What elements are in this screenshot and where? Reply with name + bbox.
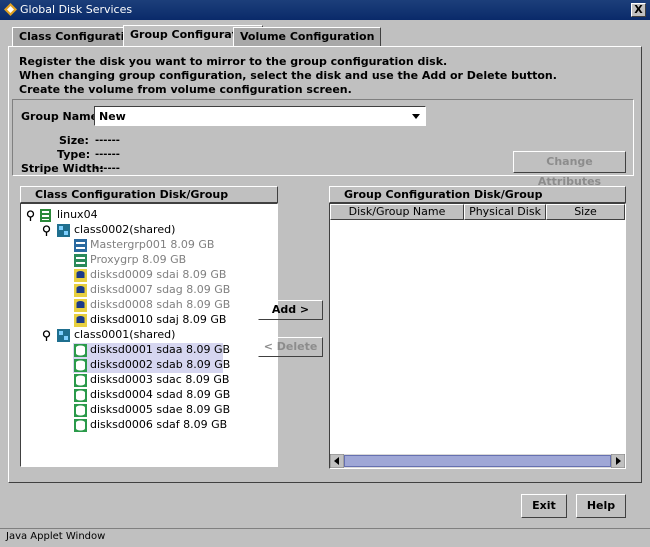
tree-node-disk[interactable]: disksd0006 sdaf 8.09 GB	[73, 418, 227, 433]
disk-icon	[74, 389, 87, 402]
horizontal-scrollbar[interactable]	[330, 454, 625, 468]
window-titlebar: Global Disk Services X	[0, 0, 650, 20]
tab-volume-configuration[interactable]: Volume Configuration	[233, 27, 382, 46]
window-title: Global Disk Services	[20, 3, 133, 16]
scroll-thumb[interactable]	[344, 455, 611, 467]
column-header-name[interactable]: Disk/Group Name	[330, 204, 464, 220]
disk-icon	[74, 419, 87, 432]
stripe-width-value: ------	[95, 163, 120, 174]
tree-node-root[interactable]: linux04	[21, 208, 277, 223]
tree-toggle-icon[interactable]	[41, 330, 52, 341]
scroll-right-icon[interactable]	[611, 454, 625, 468]
disk-in-use-icon	[74, 284, 87, 297]
exit-button[interactable]: Exit	[521, 494, 567, 518]
group-icon	[74, 254, 87, 267]
class-icon	[57, 329, 70, 342]
disk-in-use-icon	[74, 269, 87, 282]
column-header-physical-disk[interactable]: Physical Disk	[464, 204, 546, 220]
disk-icon	[74, 404, 87, 417]
app-icon	[4, 3, 17, 16]
group-config-panel-header: Group Configuration Disk/Group	[329, 186, 626, 203]
tree-node-disk[interactable]: disksd0009 sdai 8.09 GB	[21, 268, 277, 283]
tree-toggle-icon[interactable]	[25, 210, 36, 221]
column-header-size[interactable]: Size	[546, 204, 625, 220]
disk-icon	[74, 374, 87, 387]
tree-toggle-icon[interactable]	[41, 225, 52, 236]
server-icon	[40, 209, 51, 222]
group-name-value: New	[99, 110, 126, 123]
tree-node-class0001[interactable]: class0001(shared)	[21, 328, 277, 343]
close-icon: X	[634, 3, 643, 16]
tree-node-class0002[interactable]: class0002(shared)	[21, 223, 277, 238]
group-name-select[interactable]: New	[94, 106, 426, 126]
type-value: ------	[95, 149, 120, 160]
tree-node-disk[interactable]: disksd0010 sdaj 8.09 GB	[21, 313, 277, 328]
change-attributes-button[interactable]: Change Attributes	[513, 151, 626, 188]
tree-node-disk[interactable]: disksd0008 sdah 8.09 GB	[21, 298, 277, 313]
tree-node-disk-selected[interactable]: disksd0001 sdaa 8.09 GB	[73, 343, 230, 358]
tree-node-disk[interactable]: disksd0004 sdad 8.09 GB	[73, 388, 230, 403]
tree-node-group[interactable]: Proxygrp 8.09 GB	[21, 253, 277, 268]
help-button[interactable]: Help	[576, 494, 626, 518]
class-config-tree[interactable]: linux04 class0002(shared) Mastergrp001 8…	[20, 203, 278, 467]
disk-in-use-icon	[74, 299, 87, 312]
stripe-width-label: Stripe Width:	[21, 162, 104, 175]
type-label: Type:	[57, 148, 91, 161]
disk-icon	[74, 359, 87, 372]
instruction-line: Register the disk you want to mirror to …	[19, 55, 448, 68]
disk-in-use-icon	[74, 314, 87, 327]
scroll-left-icon[interactable]	[330, 454, 344, 468]
tree-node-disk[interactable]: disksd0003 sdac 8.09 GB	[73, 373, 229, 388]
instruction-line: When changing group configuration, selec…	[19, 69, 557, 82]
close-button[interactable]: X	[631, 3, 646, 17]
tree-node-disk[interactable]: disksd0007 sdag 8.09 GB	[21, 283, 277, 298]
instruction-line: Create the volume from volume configurat…	[19, 83, 352, 96]
instructions: Register the disk you want to mirror to …	[19, 55, 557, 97]
delete-button[interactable]: < Delete	[258, 337, 323, 357]
class-icon	[57, 224, 70, 237]
status-bar: Java Applet Window	[0, 528, 650, 547]
class-config-panel-header: Class Configuration Disk/Group	[20, 186, 278, 203]
tree-node-disk-selected[interactable]: disksd0002 sdab 8.09 GB	[73, 358, 230, 373]
size-value: ------	[95, 135, 120, 146]
chevron-down-icon[interactable]	[409, 109, 423, 123]
add-button[interactable]: Add >	[258, 300, 323, 320]
group-config-table[interactable]: Disk/Group Name Physical Disk Size	[329, 203, 626, 469]
size-label: Size:	[59, 134, 89, 147]
disk-icon	[74, 344, 87, 357]
group-icon	[74, 239, 87, 252]
group-name-label: Group Name:	[21, 110, 103, 123]
tree-node-group[interactable]: Mastergrp001 8.09 GB	[21, 238, 277, 253]
tree-node-disk[interactable]: disksd0005 sdae 8.09 GB	[73, 403, 230, 418]
